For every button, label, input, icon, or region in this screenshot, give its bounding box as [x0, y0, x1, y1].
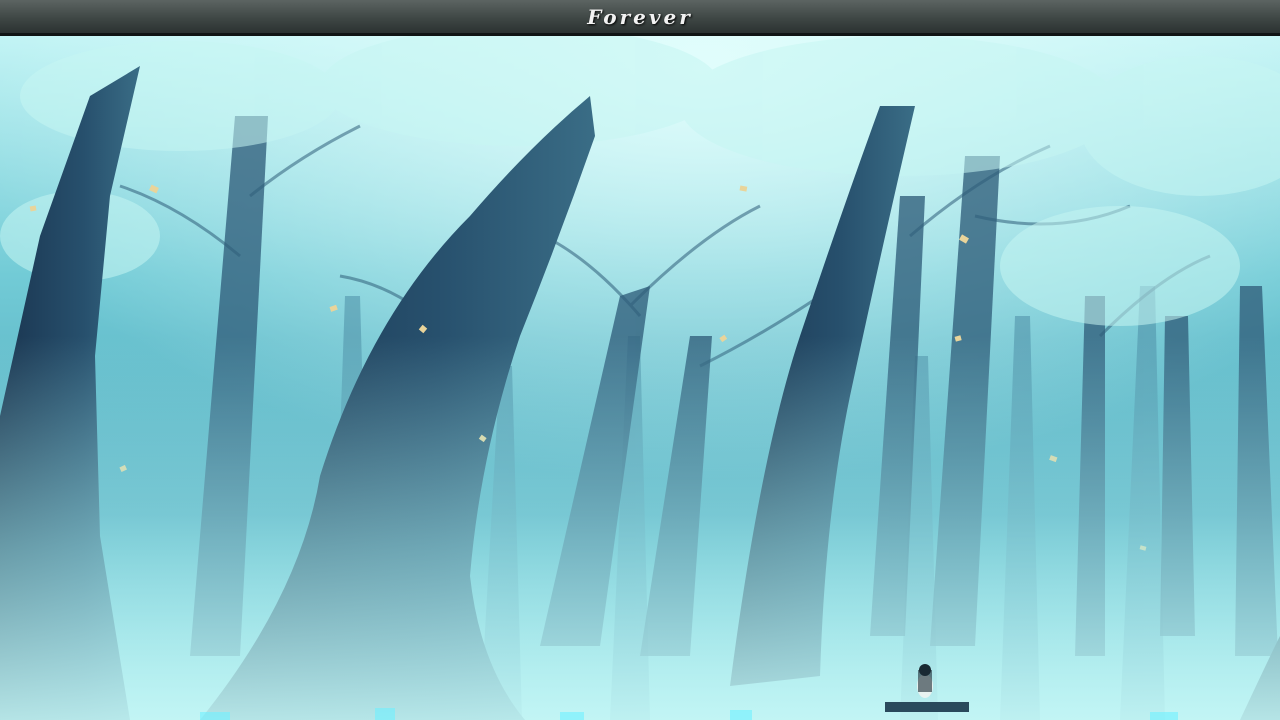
forest-illustration — [0, 36, 1280, 720]
song-title: Forever — [587, 4, 693, 29]
title-bar: Forever — [0, 0, 1280, 36]
forest-scene — [0, 36, 1280, 720]
